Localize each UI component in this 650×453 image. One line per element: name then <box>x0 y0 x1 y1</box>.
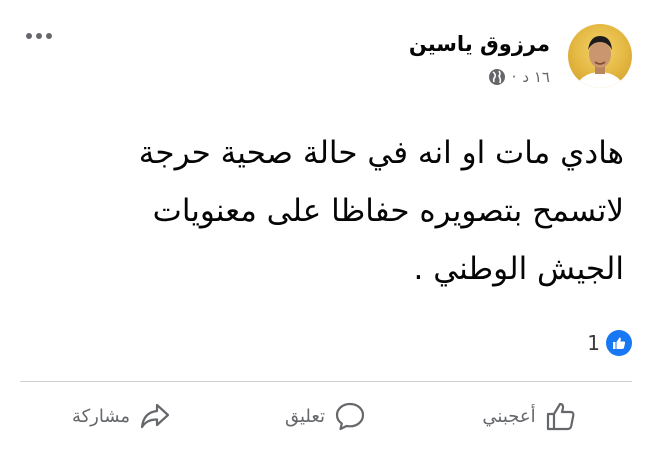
post-time[interactable]: ١٦ د <box>522 68 550 86</box>
share-button[interactable]: مشاركة <box>20 384 224 448</box>
comment-label: تعليق <box>284 405 326 427</box>
author-avatar[interactable] <box>568 24 632 88</box>
reaction-count: 1 <box>587 331 600 355</box>
post-meta: ١٦ د · <box>488 68 550 86</box>
more-options-icon[interactable] <box>22 26 56 46</box>
share-label: مشاركة <box>71 405 131 427</box>
reactions-summary[interactable]: 1 <box>587 330 632 356</box>
author-name[interactable]: مرزوق ياسين <box>409 32 550 56</box>
comment-icon <box>335 402 365 431</box>
facebook-post: مرزوق ياسين ١٦ د · هادي مات او انه في حا… <box>0 0 650 453</box>
post-header: مرزوق ياسين ١٦ د · <box>22 18 632 90</box>
share-icon <box>140 403 170 429</box>
like-label: أعجبني <box>482 405 536 427</box>
post-body: هادي مات او انه في حالة صحية حرجة لاتسمح… <box>138 135 624 287</box>
like-reaction-icon <box>606 330 632 356</box>
avatar-portrait-icon <box>576 36 624 88</box>
meta-separator: · <box>511 68 517 86</box>
globe-icon[interactable] <box>488 68 506 86</box>
post-actions-bar: أعجبني تعليق مشاركة <box>20 384 632 448</box>
thumbs-up-icon <box>546 402 575 431</box>
like-button[interactable]: أعجبني <box>428 384 632 448</box>
actions-divider <box>20 381 632 382</box>
comment-button[interactable]: تعليق <box>224 384 428 448</box>
